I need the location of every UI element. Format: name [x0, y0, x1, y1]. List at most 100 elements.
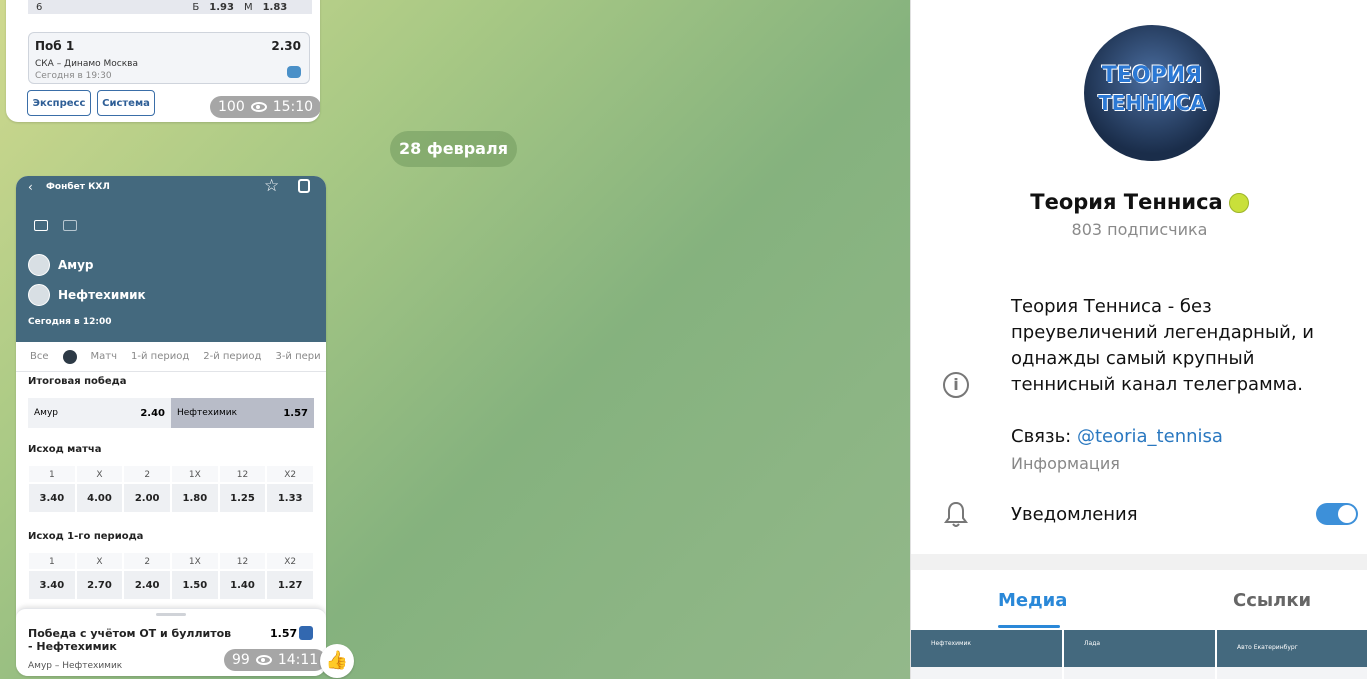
outcome-header: 1X	[171, 465, 219, 483]
team-home-name: Амур	[58, 258, 94, 272]
win-home: Амур 2.40	[28, 398, 171, 428]
tab-period-2: 2-й период	[203, 351, 262, 362]
team-away: Нефтехимик	[28, 284, 146, 306]
section-match-outcome: Исход матча	[28, 444, 102, 455]
info-icon: i	[943, 372, 969, 398]
media-thumb[interactable]: Авто Екатеринбург	[1217, 630, 1367, 679]
win-away-team: Нефтехимик	[177, 408, 238, 418]
notifications-toggle[interactable]	[1316, 503, 1358, 525]
channel-description: Теория Тенниса - без преувеличений леген…	[1011, 296, 1315, 395]
section-final-win: Итоговая победа	[28, 376, 127, 387]
media-thumb[interactable]: Нефтехимик	[911, 630, 1062, 679]
outcome-odds: 2.70	[75, 570, 124, 600]
view-count: 100	[218, 99, 245, 115]
channel-name-row: Теория Тенниса	[911, 190, 1367, 214]
outcome-header: X2	[266, 552, 315, 570]
slip-icon	[299, 626, 313, 640]
contact-link[interactable]: @teoria_tennisa	[1077, 426, 1223, 447]
outcome-header: X	[75, 552, 124, 570]
slip-odds: 1.57	[270, 627, 298, 640]
match-outcome-grid: 1 X 2 1X 12 X2 3.40 4.00 2.00 1.80 1.25 1.33	[28, 465, 315, 513]
outcome-odds: 2.40	[123, 570, 172, 600]
outcome-odds: 3.40	[28, 483, 76, 513]
media-thumb[interactable]: Лада	[1064, 630, 1215, 679]
tennis-ball-icon	[1228, 193, 1249, 213]
chat-area: 6 Б 1.93 М 1.83 Поб 1 2.30 СКА – Динамо …	[0, 0, 910, 679]
app-title: Фонбет КХЛ	[46, 182, 110, 192]
outcome-odds: 4.00	[75, 483, 124, 513]
eye-icon	[255, 655, 272, 665]
outcome-odds: 3.40	[28, 570, 76, 600]
tab-period-3: 3-й пери	[275, 351, 321, 362]
channel-avatar[interactable]: ТЕОРИЯ ТЕННИСА	[1084, 25, 1220, 161]
outcome-header: X2	[266, 465, 315, 483]
row-number: 6	[36, 1, 43, 13]
thumb-label: Авто Екатеринбург	[1237, 644, 1298, 651]
tiger-logo-icon	[28, 254, 50, 276]
list-icon	[63, 220, 77, 231]
tab-media[interactable]: Медиа	[998, 590, 1067, 611]
win-home-team: Амур	[34, 408, 58, 418]
section-period1-outcome: Исход 1-го периода	[28, 531, 144, 542]
label-b: Б	[192, 1, 200, 13]
win-home-odds: 2.40	[140, 407, 165, 419]
ticket-icon	[287, 66, 301, 78]
message-bubble-2[interactable]: ‹ Фонбет КХЛ ☆ Амур Нефтехимик Сегодня в…	[16, 176, 326, 676]
outcome-header: 2	[123, 465, 172, 483]
info-label: Информация	[1011, 454, 1120, 473]
channel-info-panel: ТЕОРИЯ ТЕННИСА Теория Тенниса 803 подпис…	[910, 0, 1367, 679]
tab-period-1: 1-й период	[131, 351, 190, 362]
win-away-odds: 1.57	[283, 407, 308, 419]
outcome-header: 12	[218, 552, 267, 570]
contact-line: Связь: @teoria_tennisa	[1011, 426, 1223, 447]
date-separator: 28 февраля	[390, 131, 517, 167]
message-meta: 100 15:10	[210, 96, 320, 118]
outcome-header: 2	[123, 552, 172, 570]
tab-links[interactable]: Ссылки	[1233, 590, 1311, 611]
channel-name: Теория Тенниса	[1030, 190, 1223, 214]
bet-row-top: 6 Б 1.93 М 1.83	[28, 0, 312, 14]
message-time-2: 14:11	[277, 652, 319, 668]
bet-title: Поб 1	[35, 39, 75, 53]
avatar-text-2: ТЕННИСА	[1098, 91, 1206, 115]
message-bubble-1[interactable]: 6 Б 1.93 М 1.83 Поб 1 2.30 СКА – Динамо …	[6, 0, 320, 122]
win-away: Нефтехимик 1.57	[171, 398, 314, 428]
notifications-label: Уведомления	[1011, 504, 1138, 525]
outcome-odds: 1.33	[266, 483, 315, 513]
value-b: 1.93	[209, 1, 234, 13]
thumbs-up-reaction[interactable]: 👍	[320, 644, 354, 678]
outcome-odds: 1.50	[171, 570, 219, 600]
back-arrow-icon: ‹	[28, 180, 33, 194]
bet-card: Поб 1 2.30 СКА – Динамо Москва Сегодня в…	[28, 32, 310, 84]
outcome-odds: 1.80	[171, 483, 219, 513]
match-time: Сегодня в 12:00	[28, 317, 112, 327]
bet-odds: 2.30	[271, 39, 301, 53]
label-m: М	[243, 1, 253, 13]
section-divider	[911, 554, 1367, 570]
slip-title: Победа с учётом ОТ и буллитов - Нефтехим…	[28, 627, 232, 653]
outcome-odds: 1.27	[266, 570, 315, 600]
thumb-label: Лада	[1084, 640, 1101, 647]
bell-icon	[944, 501, 968, 527]
avatar-text-1: ТЕОРИЯ	[1101, 63, 1203, 88]
outcome-header: X	[75, 465, 124, 483]
message-meta-2: 99 14:11	[224, 649, 327, 671]
shield-logo-icon	[28, 284, 50, 306]
outcome-header: 12	[218, 465, 267, 483]
outcome-odds: 1.25	[218, 483, 267, 513]
active-tab-indicator	[998, 625, 1060, 628]
slip-match: Амур – Нефтехимик	[28, 661, 123, 671]
express-button[interactable]: Экспресс	[27, 90, 91, 116]
star-icon: ☆	[264, 176, 280, 196]
contact-prefix: Связь:	[1011, 426, 1077, 447]
system-button[interactable]: Система	[97, 90, 155, 116]
market-tabs: Все Матч 1-й период 2-й период 3-й пери	[16, 342, 326, 372]
tab-all: Все	[30, 351, 49, 362]
team-home: Амур	[28, 254, 94, 276]
message-time: 15:10	[272, 99, 314, 115]
app-header: ‹ Фонбет КХЛ ☆ Амур Нефтехимик Сегодня в…	[16, 176, 326, 342]
value-m: 1.83	[262, 1, 288, 13]
scoreboard-icon	[34, 220, 48, 231]
bet-time: Сегодня в 19:30	[35, 71, 112, 81]
view-count-2: 99	[232, 652, 250, 668]
